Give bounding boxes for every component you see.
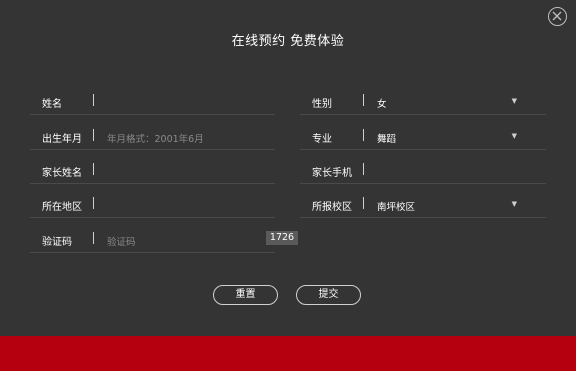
gender-select[interactable]: 性别 女 ▼ (300, 91, 546, 115)
captcha-code[interactable]: 1726 (266, 231, 298, 245)
birth-field[interactable]: 出生年月 年月格式：2001年6月 (30, 126, 275, 150)
major-value: 舞蹈 (377, 134, 397, 145)
name-label: 姓名 (42, 99, 62, 110)
divider (363, 94, 364, 106)
birth-placeholder: 年月格式：2001年6月 (107, 134, 204, 145)
parent-name-field[interactable]: 家长姓名 (30, 160, 275, 184)
campus-value: 南坪校区 (377, 202, 416, 213)
parent-name-label: 家长姓名 (42, 168, 82, 179)
major-select[interactable]: 专业 舞蹈 ▼ (300, 126, 546, 150)
reset-button[interactable]: 重置 (213, 285, 278, 305)
region-label: 所在地区 (42, 202, 82, 213)
gender-value: 女 (377, 99, 387, 110)
booking-dialog: 在线预约 免费体验 姓名 性别 女 ▼ 出生年月 年月格式：2001年6月 专业… (0, 0, 576, 336)
captcha-label: 验证码 (42, 237, 72, 248)
parent-phone-field[interactable]: 家长手机 (300, 160, 546, 184)
campus-label: 所报校区 (312, 202, 352, 213)
dialog-title: 在线预约 免费体验 (231, 34, 345, 49)
captcha-field[interactable]: 验证码 验证码 1726 (30, 229, 298, 253)
divider (363, 197, 364, 209)
gender-label: 性别 (312, 99, 332, 110)
divider (363, 129, 364, 141)
submit-button[interactable]: 提交 (296, 285, 361, 305)
close-icon[interactable] (548, 7, 567, 26)
chevron-down-icon[interactable]: ▼ (512, 200, 517, 208)
region-field[interactable]: 所在地区 (30, 194, 275, 218)
divider (93, 163, 94, 175)
footer-band (0, 336, 576, 371)
chevron-down-icon[interactable]: ▼ (512, 97, 517, 105)
major-label: 专业 (312, 134, 332, 145)
parent-phone-label: 家长手机 (312, 168, 352, 179)
divider (363, 163, 364, 175)
birth-label: 出生年月 (42, 134, 82, 145)
captcha-placeholder: 验证码 (107, 237, 136, 248)
divider (93, 94, 94, 106)
campus-select[interactable]: 所报校区 南坪校区 ▼ (300, 194, 546, 218)
chevron-down-icon[interactable]: ▼ (512, 132, 517, 140)
divider (93, 129, 94, 141)
divider (93, 197, 94, 209)
name-field[interactable]: 姓名 (30, 91, 275, 115)
divider (93, 232, 94, 244)
